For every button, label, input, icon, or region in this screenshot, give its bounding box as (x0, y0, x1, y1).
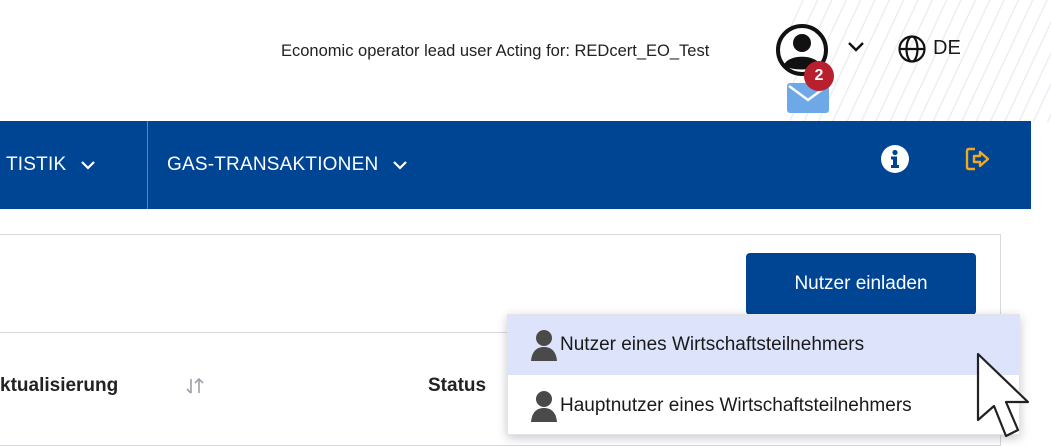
person-icon (531, 391, 557, 422)
column-header-status[interactable]: Status (428, 375, 486, 397)
main-navbar: TISTIK GAS-TRANSAKTIONEN (0, 121, 1031, 209)
logout-icon[interactable] (965, 146, 991, 172)
chevron-down-icon (393, 160, 408, 170)
nav-item-label: TISTIK (6, 154, 67, 175)
menu-item-label: Hauptnutzer eines Wirtschaftsteilnehmers (560, 395, 912, 416)
language-selector[interactable]: DE (933, 37, 961, 60)
menu-item-label: Nutzer eines Wirtschaftsteilnehmers (560, 334, 865, 355)
nav-item-label: GAS-TRANSAKTIONEN (167, 154, 379, 175)
nav-item-gas-transaktionen[interactable]: GAS-TRANSAKTIONEN (167, 121, 408, 209)
info-icon[interactable] (880, 144, 910, 174)
nav-item-statistik[interactable]: TISTIK (6, 121, 96, 209)
globe-icon[interactable] (897, 34, 927, 64)
column-header-last-update[interactable]: ktualisierung (0, 375, 118, 397)
invite-user-button[interactable]: Nutzer einladen (746, 253, 976, 315)
chevron-down-icon[interactable] (847, 40, 865, 54)
menu-item-economic-operator-user[interactable]: Nutzer eines Wirtschaftsteilnehmers (508, 315, 1019, 375)
notification-badge: 2 (804, 61, 834, 91)
menu-item-economic-operator-lead-user[interactable]: Hauptnutzer eines Wirtschaftsteilnehmers (508, 376, 1019, 434)
chevron-down-icon (81, 160, 96, 170)
user-role-label: Economic operator lead user Acting for: … (281, 42, 710, 60)
invite-user-dropdown: Nutzer eines Wirtschaftsteilnehmers Haup… (507, 314, 1020, 435)
person-icon (531, 330, 557, 361)
mouse-cursor-icon (976, 352, 1030, 438)
nav-separator (147, 121, 148, 209)
sort-icon[interactable] (184, 376, 206, 396)
